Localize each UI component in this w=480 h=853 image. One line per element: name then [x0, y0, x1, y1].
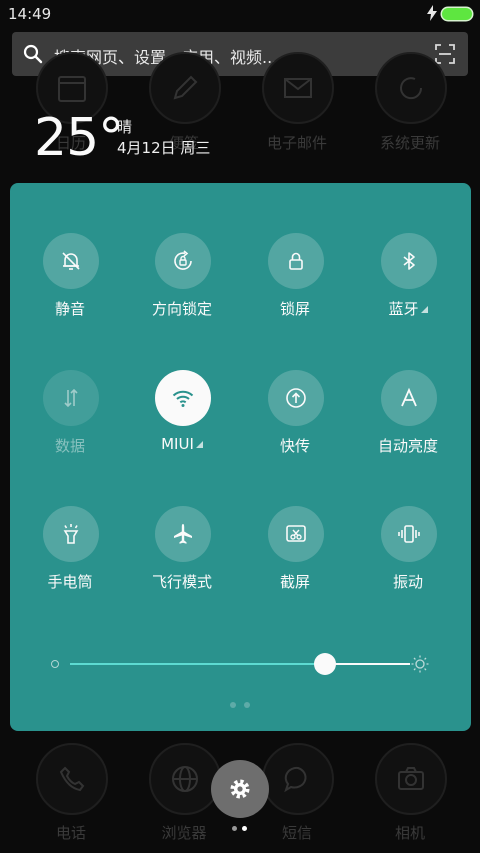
tile-screenshot-button[interactable] — [268, 506, 324, 562]
data-arrows-icon — [64, 388, 78, 408]
bg-app-notes — [149, 52, 221, 124]
tile-data-button[interactable] — [43, 370, 99, 426]
tile-bluetooth[interactable]: 蓝牙 — [353, 233, 463, 333]
screenshot-icon — [286, 525, 306, 542]
page-dot — [232, 826, 237, 831]
bg-app-update — [375, 52, 447, 124]
brightness-track-active[interactable] — [70, 663, 325, 665]
pencil-icon — [173, 75, 198, 100]
camera-icon — [398, 767, 424, 790]
expand-arrow-icon[interactable] — [195, 441, 203, 448]
status-bar: 14:49 — [0, 0, 480, 28]
brightness-track-inactive[interactable] — [325, 663, 410, 665]
bg-app-email — [262, 52, 334, 124]
bluetooth-icon — [403, 252, 415, 270]
page-dot-active — [242, 826, 247, 831]
tile-wifi-label-wrap: MIUI — [127, 435, 237, 453]
tile-auto-brightness-label: 自动亮度 — [377, 437, 438, 455]
brightness-slider-thumb[interactable] — [314, 653, 336, 675]
tile-vibrate[interactable]: 振动 — [353, 506, 463, 606]
tile-silent-button[interactable] — [43, 233, 99, 289]
tile-data[interactable]: 数据 — [15, 370, 125, 470]
airplane-icon — [174, 524, 192, 544]
mail-icon — [284, 78, 312, 98]
rotation-lock-icon — [174, 250, 192, 270]
bg-label-email: 电子邮件 — [266, 134, 327, 152]
bg-app-camera — [375, 743, 447, 815]
tile-flashlight[interactable]: 手电筒 — [15, 506, 125, 606]
battery-icon — [442, 8, 472, 20]
tile-wifi-label: MIUI — [161, 435, 194, 453]
brightness-high-icon — [411, 655, 429, 673]
quick-settings-panel: 静音 方向锁定 锁屏 蓝牙 数据 MIUI 快传 自动亮度 手电筒 飞行模式 截… — [10, 183, 471, 731]
search-icon — [23, 44, 43, 64]
bg-app-phone — [36, 743, 108, 815]
tile-vibrate-label: 振动 — [392, 573, 423, 591]
tile-quick-transfer[interactable]: 快传 — [240, 370, 350, 470]
tile-airplane-button[interactable] — [155, 506, 211, 562]
tile-lock-screen-button[interactable] — [268, 233, 324, 289]
tile-bluetooth-label: 蓝牙 — [388, 300, 419, 318]
bg-label-messages: 短信 — [281, 824, 312, 842]
expand-arrow-icon[interactable] — [420, 306, 428, 313]
notification-page-indicator — [232, 826, 248, 832]
tile-screenshot[interactable]: 截屏 — [240, 506, 350, 606]
tile-airplane[interactable]: 飞行模式 — [127, 506, 237, 606]
tile-silent[interactable]: 静音 — [15, 233, 125, 333]
tile-rotation-lock-button[interactable] — [155, 233, 211, 289]
page-indicator — [230, 702, 252, 708]
weather-date: 4月12日 周三 — [117, 139, 211, 157]
tile-rotation-lock-label: 方向锁定 — [151, 300, 212, 318]
phone-icon — [59, 766, 85, 792]
tile-wifi-button[interactable] — [155, 370, 211, 426]
tile-wifi[interactable]: MIUI — [127, 370, 237, 470]
wifi-icon — [172, 390, 194, 407]
tile-flashlight-button[interactable] — [43, 506, 99, 562]
bg-label-update: 系统更新 — [379, 134, 440, 152]
globe-icon — [172, 766, 198, 792]
auto-brightness-icon — [401, 387, 417, 407]
status-time: 14:49 — [8, 5, 52, 23]
tile-lock-screen-label: 锁屏 — [279, 300, 310, 318]
tile-silent-label: 静音 — [54, 300, 85, 318]
page-dot — [230, 702, 236, 708]
tile-lock-screen[interactable]: 锁屏 — [240, 233, 350, 333]
tile-bluetooth-label-wrap: 蓝牙 — [353, 298, 463, 319]
bg-label-browser: 浏览器 — [161, 824, 207, 842]
tile-screenshot-label: 截屏 — [279, 573, 310, 591]
bg-app-browser — [149, 743, 221, 815]
gear-icon — [230, 779, 250, 799]
brightness-low-icon — [51, 660, 59, 668]
tile-auto-brightness[interactable]: 自动亮度 — [353, 370, 463, 470]
weather-condition: 晴 — [117, 118, 133, 136]
tile-quick-transfer-button[interactable] — [268, 370, 324, 426]
settings-button[interactable] — [211, 760, 269, 818]
chat-icon — [284, 766, 307, 793]
tile-airplane-label: 飞行模式 — [151, 573, 212, 591]
tile-rotation-lock[interactable]: 方向锁定 — [127, 233, 237, 333]
bg-label-camera: 相机 — [394, 824, 425, 842]
page-dot — [244, 702, 250, 708]
vibrate-icon — [398, 525, 420, 543]
weather-temperature: 25° — [34, 108, 124, 168]
tile-flashlight-label: 手电筒 — [47, 573, 93, 591]
lock-icon — [289, 252, 303, 270]
flashlight-icon — [63, 524, 79, 544]
tile-bluetooth-button[interactable] — [381, 233, 437, 289]
tile-vibrate-button[interactable] — [381, 506, 437, 562]
bg-app-messages — [262, 743, 334, 815]
bell-off-icon — [62, 252, 80, 270]
bg-label-phone: 电话 — [55, 824, 86, 842]
tile-data-label: 数据 — [54, 437, 85, 455]
tile-quick-transfer-label: 快传 — [279, 437, 310, 455]
tile-auto-brightness-button[interactable] — [381, 370, 437, 426]
quick-transfer-icon — [286, 388, 306, 408]
calendar-icon — [58, 76, 86, 102]
scan-icon[interactable] — [434, 43, 456, 65]
charging-icon — [427, 5, 437, 21]
brightness-slider[interactable] — [50, 653, 430, 677]
refresh-icon — [400, 77, 423, 100]
